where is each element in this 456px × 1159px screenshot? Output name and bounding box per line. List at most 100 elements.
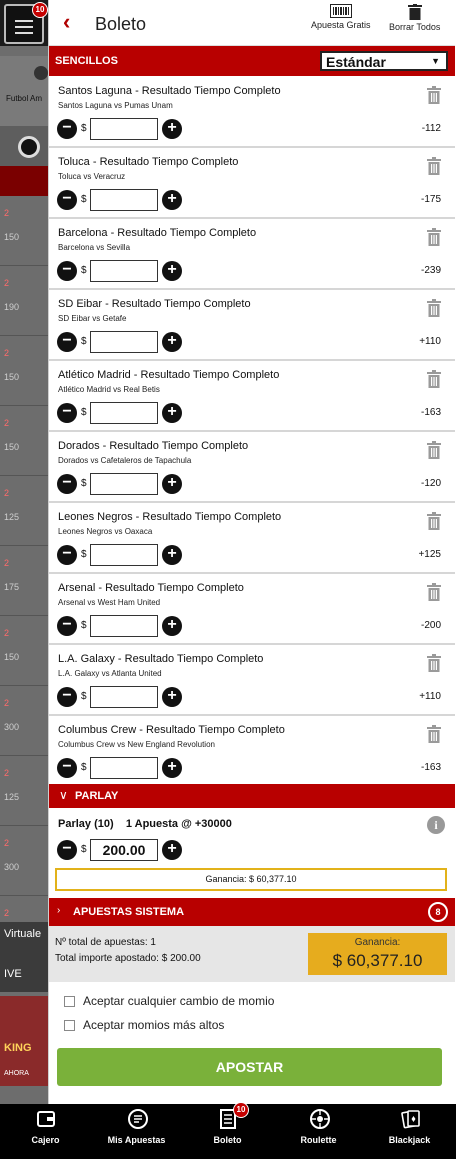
stake-decrease-button[interactable]: −: [57, 687, 77, 707]
apuesta-gratis-button[interactable]: Apuesta Gratis: [311, 4, 371, 30]
background-odds-row[interactable]: 2 300: [0, 686, 48, 756]
trash-icon[interactable]: [427, 370, 441, 388]
nav-item-roulette[interactable]: Roulette: [273, 1104, 364, 1159]
nav-item-boleto[interactable]: Boleto 10: [182, 1102, 273, 1159]
stake-input[interactable]: [90, 189, 158, 211]
stake-decrease-button[interactable]: −: [57, 119, 77, 139]
info-icon[interactable]: i: [427, 816, 445, 834]
stake-increase-button[interactable]: +: [162, 332, 182, 352]
background-odds-row[interactable]: 2 150: [0, 406, 48, 476]
bet-match: Arsenal vs West Ham United: [58, 598, 161, 607]
trash-icon[interactable]: [427, 654, 441, 672]
sencillos-section-header: SENCILLOS Estándar ▼: [49, 46, 455, 76]
stake-input[interactable]: [90, 544, 158, 566]
betslip-panel: ‹ Boleto Apuesta Gratis Borrar Todos SEN…: [48, 0, 455, 1104]
stake-decrease-button[interactable]: −: [57, 474, 77, 494]
bet-odds: +125: [418, 549, 441, 560]
bets-icon: [127, 1108, 148, 1130]
stake-increase-button[interactable]: +: [162, 616, 182, 636]
bet-title: Toluca - Resultado Tiempo Completo: [58, 156, 239, 168]
background-odds-row[interactable]: 2 175: [0, 546, 48, 616]
trash-icon[interactable]: [427, 725, 441, 743]
stake-increase-button[interactable]: +: [162, 190, 182, 210]
checkbox-box[interactable]: [64, 1020, 75, 1031]
parlay-label: PARLAY: [75, 790, 119, 802]
background-odds-marker: 2: [4, 698, 10, 708]
background-odds-row[interactable]: 2 125: [0, 476, 48, 546]
background-odds-row[interactable]: 2 300: [0, 826, 48, 896]
stake-input[interactable]: [90, 260, 158, 282]
stake-increase-button[interactable]: +: [162, 403, 182, 423]
bet-item: Leones Negros - Resultado Tiempo Complet…: [49, 503, 455, 574]
stake-increase-button[interactable]: +: [162, 119, 182, 139]
bet-item: SD Eibar - Resultado Tiempo Completo SD E…: [49, 290, 455, 361]
trash-icon[interactable]: [427, 228, 441, 246]
borrar-todos-button[interactable]: Borrar Todos: [389, 4, 440, 32]
stake-input[interactable]: [90, 473, 158, 495]
stake-increase-button[interactable]: +: [162, 545, 182, 565]
background-promo-tile[interactable]: KING AHORA: [0, 996, 48, 1086]
trash-icon[interactable]: [427, 441, 441, 459]
stake-input[interactable]: [90, 118, 158, 140]
background-virtual-tile[interactable]: Virtuale IVE: [0, 922, 48, 992]
parlay-section-header[interactable]: ∨ PARLAY: [49, 784, 455, 808]
trash-icon[interactable]: [427, 86, 441, 104]
stake-input[interactable]: [90, 615, 158, 637]
parlay-increase-button[interactable]: +: [162, 840, 182, 860]
stake-decrease-button[interactable]: −: [57, 758, 77, 778]
stake-decrease-button[interactable]: −: [57, 545, 77, 565]
stake-decrease-button[interactable]: −: [57, 616, 77, 636]
stake-increase-button[interactable]: +: [162, 474, 182, 494]
background-odds-value: 300: [4, 862, 20, 872]
parlay-ganancia: Ganancia: $ 60,377.10: [55, 868, 447, 891]
background-odds-row[interactable]: 2 150: [0, 196, 48, 266]
bet-mode-select[interactable]: Estándar ▼: [320, 51, 448, 71]
stake-input[interactable]: [90, 757, 158, 779]
stake-increase-button[interactable]: +: [162, 261, 182, 281]
stake-input[interactable]: [90, 402, 158, 424]
apostar-button[interactable]: APOSTAR: [57, 1048, 442, 1086]
stake-decrease-button[interactable]: −: [57, 261, 77, 281]
trash-icon[interactable]: [427, 512, 441, 530]
background-odds-value: 125: [4, 792, 20, 802]
bet-item: Barcelona - Resultado Tiempo Completo Bar…: [49, 219, 455, 290]
trash-icon[interactable]: [427, 299, 441, 317]
background-odds-row[interactable]: 2 125: [0, 756, 48, 826]
apuesta-gratis-label: Apuesta Gratis: [311, 20, 371, 30]
bet-mode-value: Estándar: [326, 54, 386, 70]
currency-symbol: $: [81, 844, 87, 855]
bet-totals-summary: Nº total de apuestas: 1 Total importe ap…: [49, 926, 455, 982]
background-odds-value: 150: [4, 372, 20, 382]
stake-decrease-button[interactable]: −: [57, 403, 77, 423]
background-odds-row[interactable]: 2 150: [0, 616, 48, 686]
bet-match: Santos Laguna vs Pumas Unam: [58, 101, 173, 110]
nav-item-mis-apuestas[interactable]: Mis Apuestas: [91, 1104, 182, 1159]
chevron-left-icon[interactable]: ‹: [63, 11, 70, 33]
chevron-down-icon: ∨: [59, 788, 68, 802]
stake-increase-button[interactable]: +: [162, 758, 182, 778]
stake-input[interactable]: [90, 331, 158, 353]
checkbox-box[interactable]: [64, 996, 75, 1007]
stake-input[interactable]: [90, 686, 158, 708]
trash-icon[interactable]: [427, 583, 441, 601]
ganancia-box: Ganancia: $ 60,377.10: [308, 933, 447, 975]
nav-item-cajero[interactable]: Cajero: [0, 1104, 91, 1159]
stake-decrease-button[interactable]: −: [57, 190, 77, 210]
background-odds-row[interactable]: 2 150: [0, 336, 48, 406]
soccer-ball-icon: [34, 66, 48, 80]
stake-increase-button[interactable]: +: [162, 687, 182, 707]
bet-item: Dorados - Resultado Tiempo Completo Dorad…: [49, 432, 455, 503]
parlay-summary: Parlay (10) 1 Apuesta @ +30000: [58, 818, 232, 830]
background-odds-value: 150: [4, 442, 20, 452]
trash-icon[interactable]: [427, 157, 441, 175]
apuestas-sistema-header[interactable]: › APUESTAS SISTEMA 8: [49, 898, 455, 926]
nav-badge: 10: [233, 1102, 249, 1118]
parlay-decrease-button[interactable]: −: [57, 840, 77, 860]
trash-icon: [407, 4, 422, 20]
stake-decrease-button[interactable]: −: [57, 332, 77, 352]
nav-item-blackjack[interactable]: Blackjack: [364, 1104, 455, 1159]
background-odds-row[interactable]: 2 190: [0, 266, 48, 336]
betslip-toggle-button[interactable]: 10: [4, 2, 48, 44]
parlay-amount-input[interactable]: 200.00: [90, 839, 158, 861]
bet-title: Columbus Crew - Resultado Tiempo Complet…: [58, 724, 285, 736]
